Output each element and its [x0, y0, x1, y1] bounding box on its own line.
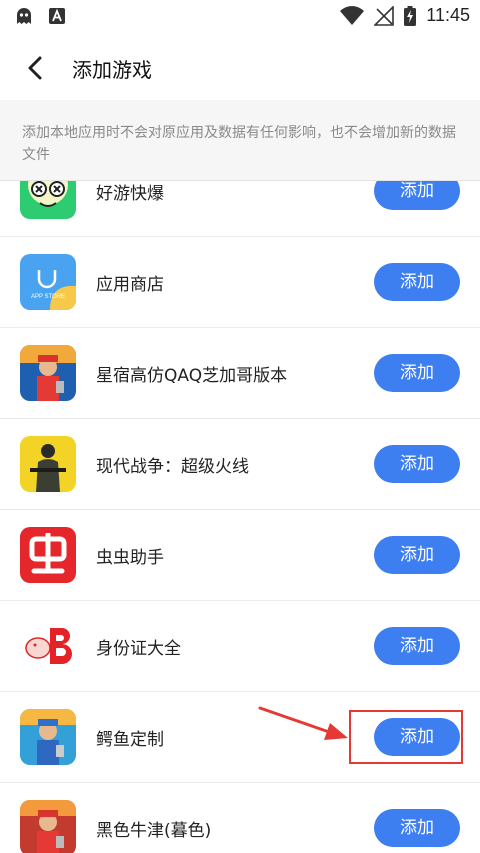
app-store-icon: APP STORE	[20, 254, 76, 310]
subway-game-icon	[20, 800, 76, 853]
id-card-icon	[20, 618, 76, 674]
haoyou-app-icon	[20, 181, 76, 219]
add-button[interactable]: 添加	[374, 445, 460, 483]
status-bar: 11:45	[0, 0, 480, 36]
chongchong-icon	[20, 527, 76, 583]
list-item: 现代战争：超级火线 添加	[0, 419, 480, 510]
app-name: 鳄鱼定制	[96, 730, 164, 750]
wifi-icon	[340, 5, 365, 25]
status-time: 11:45	[426, 5, 470, 25]
list-item: 黑色牛津(暮色) 添加	[0, 783, 480, 853]
back-arrow-icon[interactable]	[18, 50, 54, 86]
notice-banner: 添加本地应用时不会对原应用及数据有任何影响，也不会增加新的数据文件	[0, 100, 480, 181]
no-signal-icon	[374, 5, 395, 26]
app-header: 添加游戏	[0, 36, 480, 100]
add-button[interactable]: 添加	[374, 536, 460, 574]
page-title: 添加游戏	[72, 58, 152, 82]
font-a-icon	[49, 8, 65, 24]
modern-war-icon	[20, 436, 76, 492]
app-name: 身份证大全	[96, 639, 181, 659]
battery-charging-icon	[404, 5, 417, 26]
app-name: 好游快爆	[96, 184, 164, 204]
app-name: 虫虫助手	[96, 548, 164, 568]
app-name: 星宿高仿QAQ芝加哥版本	[96, 366, 288, 386]
red-arrow-icon	[258, 706, 348, 740]
app-store-icon-label: APP STORE	[31, 294, 65, 300]
list-item: 好游快爆 添加	[0, 181, 480, 237]
app-name: 应用商店	[96, 275, 164, 295]
app-name: 黑色牛津(暮色)	[96, 821, 212, 841]
add-button[interactable]: 添加	[374, 263, 460, 301]
list-item: 星宿高仿QAQ芝加哥版本 添加	[0, 328, 480, 419]
add-button[interactable]: 添加	[374, 354, 460, 392]
add-button[interactable]: 添加	[374, 809, 460, 847]
list-item: 身份证大全 添加	[0, 601, 480, 692]
list-item: APP STORE 应用商店 添加	[0, 237, 480, 328]
list-item: 虫虫助手 添加	[0, 510, 480, 601]
highlight-box	[349, 710, 463, 764]
subway-game-icon	[20, 345, 76, 401]
add-button[interactable]: 添加	[374, 181, 460, 210]
ghost-icon	[17, 8, 31, 24]
subway-game-icon	[20, 709, 76, 765]
add-button[interactable]: 添加	[374, 627, 460, 665]
app-name: 现代战争：超级火线	[96, 457, 249, 477]
notice-text: 添加本地应用时不会对原应用及数据有任何影响，也不会增加新的数据文件	[22, 125, 456, 163]
